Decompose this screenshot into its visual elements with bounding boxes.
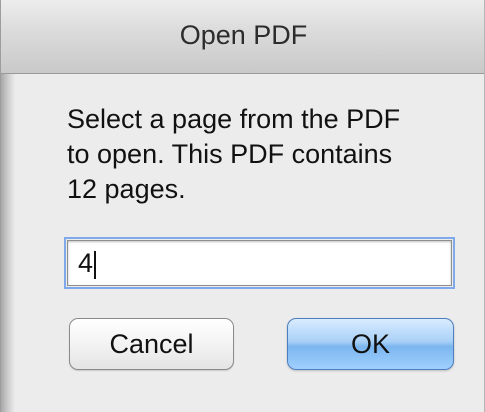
open-pdf-dialog: Open PDF Select a page from the PDF to o… xyxy=(0,0,485,412)
page-number-input[interactable]: 4 xyxy=(64,237,455,289)
ok-button[interactable]: OK xyxy=(287,318,454,370)
dialog-message: Select a page from the PDF to open. This… xyxy=(67,104,401,204)
title-bar[interactable]: Open PDF xyxy=(1,0,484,74)
dialog-title: Open PDF xyxy=(179,20,308,50)
cancel-button[interactable]: Cancel xyxy=(69,318,234,370)
text-caret xyxy=(94,250,97,279)
page-number-value: 4 xyxy=(78,248,94,278)
